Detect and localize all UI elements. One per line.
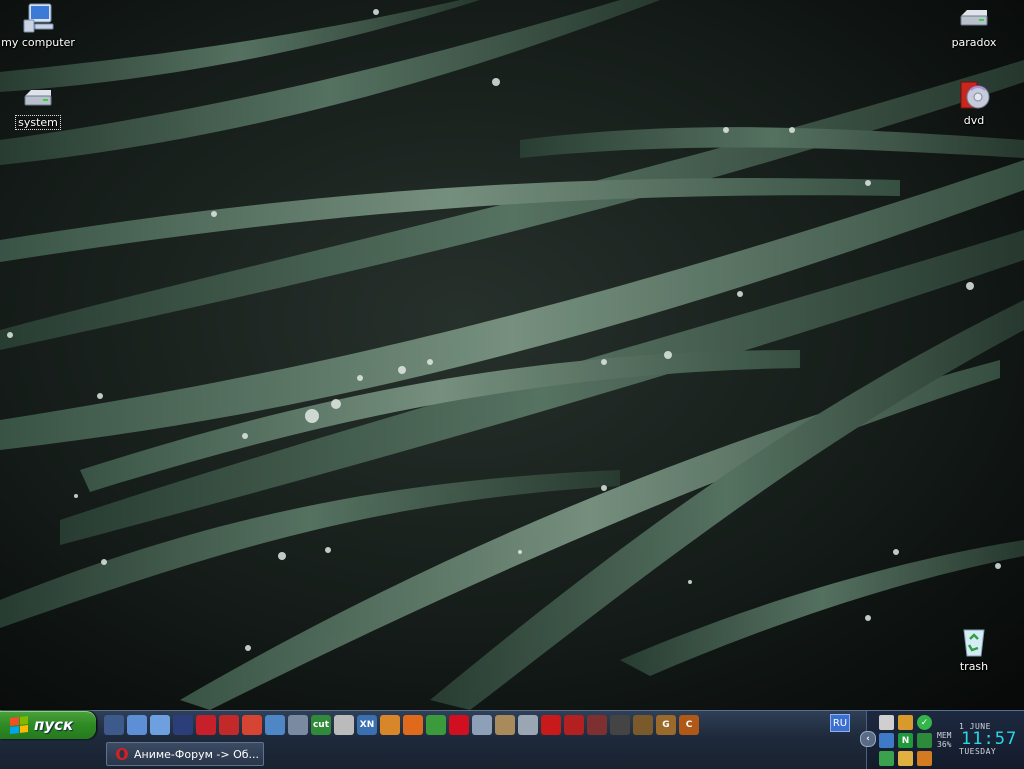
desktop-icon-my-computer[interactable]: my computer	[0, 2, 78, 49]
start-label: пуск	[34, 716, 74, 734]
floppy-save-icon[interactable]	[173, 715, 193, 735]
file-manager-icon[interactable]	[104, 715, 124, 735]
language-indicator[interactable]: RU	[830, 714, 850, 732]
desktop-icon-label: system	[15, 115, 61, 130]
tool-icon[interactable]	[564, 715, 584, 735]
firefox-icon[interactable]	[403, 715, 423, 735]
quick-launch-bar: cut XN G C	[104, 713, 699, 737]
chrome-icon[interactable]	[426, 715, 446, 735]
flash-icon[interactable]	[219, 715, 239, 735]
utility-tray-icon[interactable]	[917, 751, 932, 766]
drive-icon	[24, 90, 52, 106]
desktop-icon-system[interactable]: system	[0, 82, 78, 130]
recycle-bin-icon	[963, 629, 985, 657]
document-icon[interactable]	[150, 715, 170, 735]
desktop-icon-label: trash	[959, 660, 989, 673]
windows-flag-icon	[10, 716, 28, 734]
tray-collapse-chevron-icon[interactable]: ‹	[860, 731, 876, 747]
char-icon[interactable]	[587, 715, 607, 735]
shield-check-icon[interactable]: ✓	[917, 715, 932, 730]
desktop-wallpaper	[0, 0, 1024, 710]
gmail-icon[interactable]	[242, 715, 262, 735]
c-icon[interactable]: C	[679, 715, 699, 735]
taskbar-button-opera[interactable]: Аниме-Форум -> Об...	[106, 742, 264, 766]
start-button[interactable]: пуск	[0, 711, 96, 739]
notepad-icon[interactable]	[127, 715, 147, 735]
folder-tray-icon[interactable]	[898, 751, 913, 766]
clock-time[interactable]: 11:57	[961, 729, 1017, 749]
key-icon[interactable]	[917, 733, 932, 748]
dvd-icon	[960, 81, 990, 109]
taskbar-button-label: Аниме-Форум -> Об...	[134, 747, 260, 761]
scroll-icon[interactable]	[495, 715, 515, 735]
desktop-icon-label: dvd	[963, 114, 985, 127]
opera-icon[interactable]	[449, 715, 469, 735]
my-computer-icon	[23, 3, 54, 33]
desktop-icon-trash[interactable]: trash	[934, 626, 1014, 673]
drive-icon	[960, 10, 988, 26]
eye-icon[interactable]	[610, 715, 630, 735]
opera-icon	[116, 748, 128, 760]
red-round-icon[interactable]	[196, 715, 216, 735]
butterfly-icon[interactable]	[898, 715, 913, 730]
desktop-icon-label: my computer	[1, 36, 75, 49]
green-n-icon[interactable]: N	[898, 733, 913, 748]
cloud-icon[interactable]	[472, 715, 492, 735]
desktop-icon-dvd[interactable]: dvd	[934, 80, 1014, 127]
desktop-icon-paradox[interactable]: paradox	[934, 2, 1014, 49]
memory-label: MEM	[937, 731, 952, 740]
network-tray-icon[interactable]	[879, 733, 894, 748]
recycle-tray-icon[interactable]	[879, 751, 894, 766]
game-icon[interactable]	[633, 715, 653, 735]
cut-tool-icon[interactable]: cut	[311, 715, 331, 735]
desktop-icon-label: paradox	[951, 36, 997, 49]
utility-icon[interactable]	[380, 715, 400, 735]
gc-icon[interactable]: G	[656, 715, 676, 735]
notes-icon[interactable]	[288, 715, 308, 735]
skull-icon[interactable]	[334, 715, 354, 735]
system-tray: ‹ ✓ N MEM 36% 1 JUNE 11:57 TUESDAY	[860, 711, 1024, 769]
network-icon[interactable]	[265, 715, 285, 735]
taskbar: пуск cut XN G C RU Аниме-Форум -> Об... ‹ ✓…	[0, 710, 1024, 769]
memory-value: 36%	[937, 740, 952, 749]
clock-day: TUESDAY	[959, 747, 997, 756]
xnview-icon[interactable]: XN	[357, 715, 377, 735]
skull-tray-icon[interactable]	[879, 715, 894, 730]
disc-icon[interactable]	[518, 715, 538, 735]
red-face-icon[interactable]	[541, 715, 561, 735]
